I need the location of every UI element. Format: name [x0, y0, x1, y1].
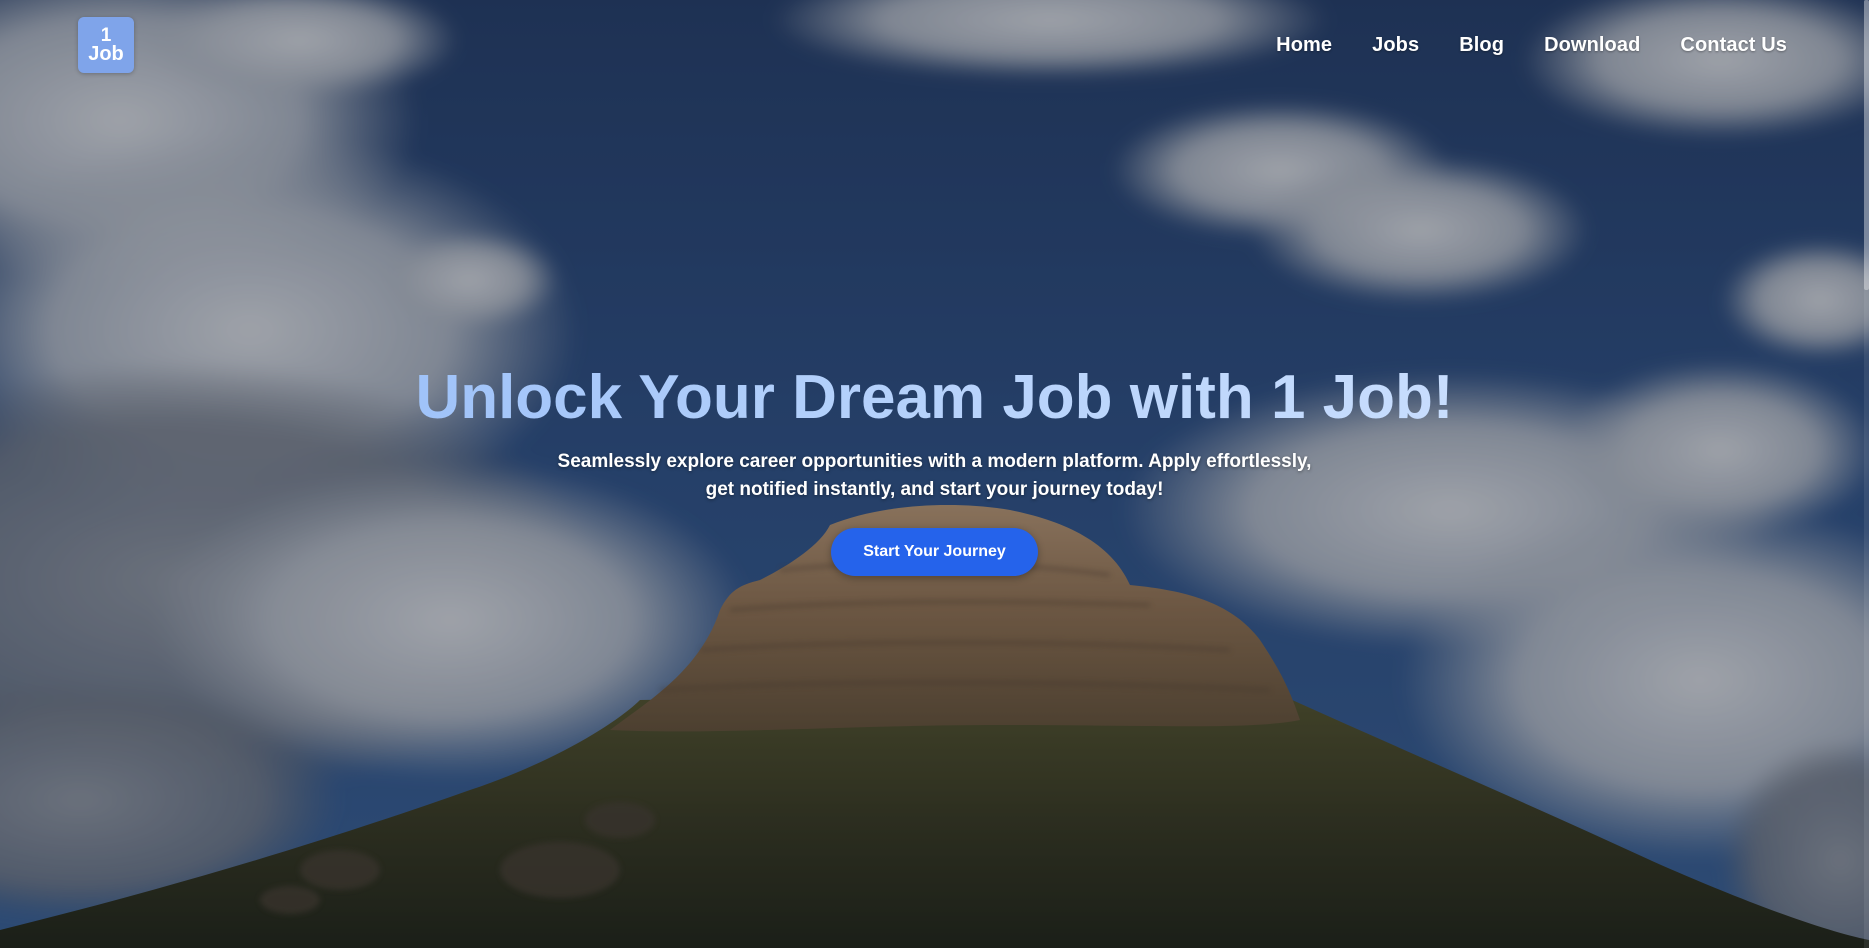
nav-link-contact-us[interactable]: Contact Us — [1680, 34, 1787, 57]
hero-subtitle: Seamlessly explore career opportunities … — [557, 451, 1312, 500]
nav-link-home[interactable]: Home — [1276, 34, 1332, 57]
site-logo[interactable]: 1 Job — [78, 17, 134, 73]
landing-page: 1 Job Home Jobs Blog Download Contact Us… — [0, 0, 1869, 948]
nav-link-download[interactable]: Download — [1544, 34, 1640, 57]
nav-link-jobs[interactable]: Jobs — [1372, 34, 1419, 57]
nav-link-blog[interactable]: Blog — [1459, 34, 1504, 57]
page-scrollbar-thumb[interactable] — [1864, 0, 1869, 290]
hero-title: Unlock Your Dream Job with 1 Job! — [0, 360, 1869, 436]
main-nav: Home Jobs Blog Download Contact Us — [1276, 34, 1787, 57]
start-journey-button[interactable]: Start Your Journey — [831, 528, 1038, 576]
logo-text-word: Job — [88, 43, 124, 65]
hero-section: Unlock Your Dream Job with 1 Job! Seamle… — [0, 360, 1869, 576]
